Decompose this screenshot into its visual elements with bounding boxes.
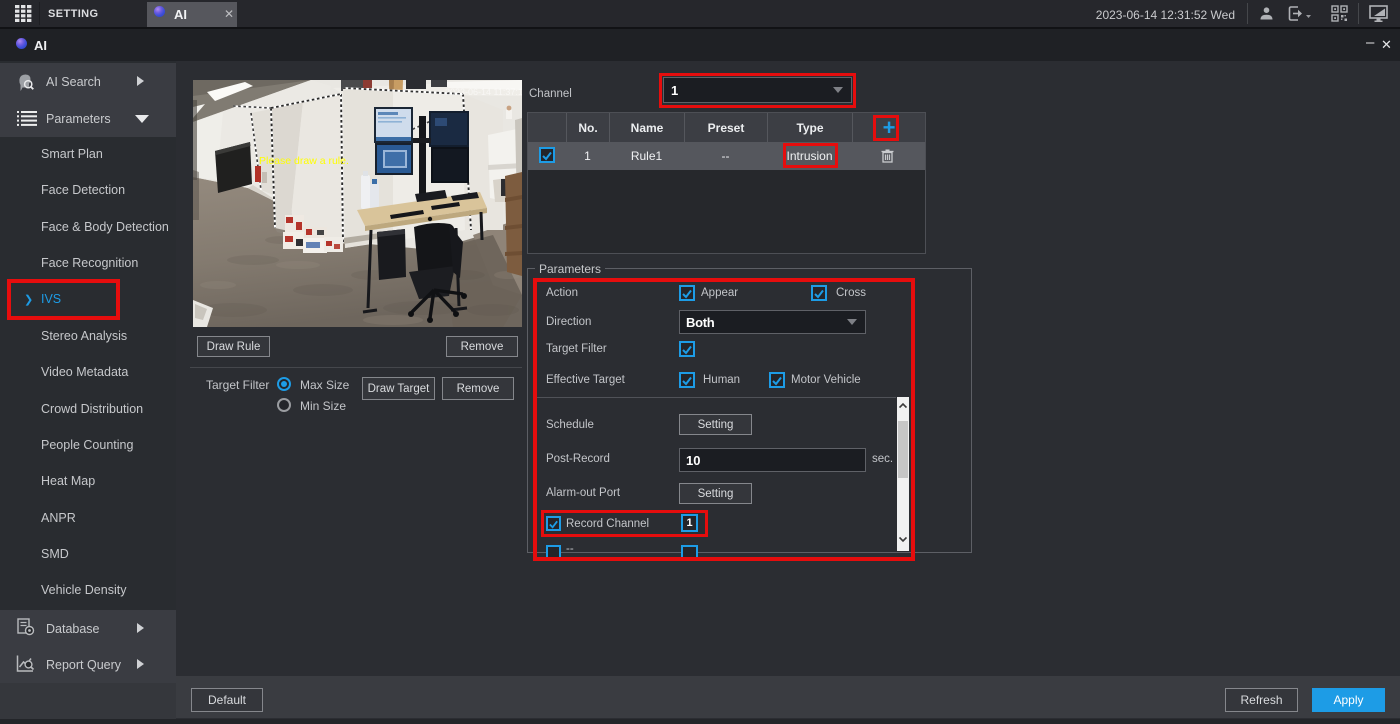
svg-text:2023-06-14 11:37:15: 2023-06-14 11:37:15 (445, 87, 522, 97)
svg-text:Please draw a rule.: Please draw a rule. (259, 155, 349, 167)
